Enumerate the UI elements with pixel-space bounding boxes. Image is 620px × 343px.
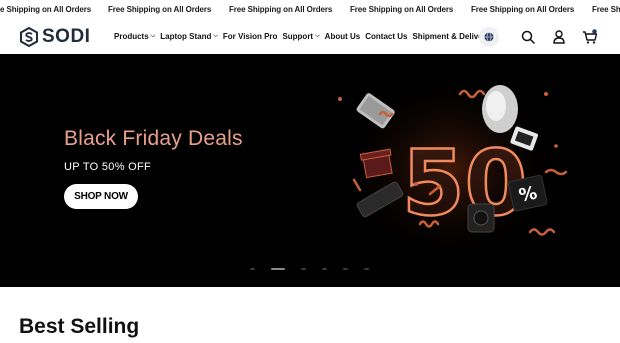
nav-label: Support — [282, 32, 314, 41]
portable-speaker-icon — [467, 203, 495, 233]
carousel-dot[interactable] — [301, 268, 306, 270]
chevron-down-icon: ⌵ — [213, 33, 218, 39]
announcement-text: Free Shipping on All Orders — [471, 5, 575, 14]
nav-item-contact-us[interactable]: Contact Us — [365, 32, 407, 41]
cart-button[interactable] — [582, 29, 598, 45]
nav-label: About Us — [324, 32, 361, 41]
nav-label: Laptop Stand — [160, 32, 212, 41]
announcement-text: e Shipping on All Orders — [0, 5, 92, 14]
announcement-bar: e Shipping on All Orders Free Shipping o… — [0, 0, 620, 21]
nav-item-laptop-stand[interactable]: Laptop Stand ⌵ — [160, 32, 218, 41]
speaker-icon — [482, 85, 518, 133]
hero-subtitle: UP TO 50% OFF — [64, 161, 152, 173]
chevron-down-icon: ⌵ — [315, 33, 320, 39]
account-icon — [553, 30, 565, 44]
promo-illustration: 50 % — [338, 74, 568, 264]
hero-title: Black Friday Deals — [64, 127, 243, 150]
announcement-text: Free Shipping on All Orders — [350, 5, 454, 14]
gift-box-icon — [359, 148, 393, 179]
search-button[interactable] — [520, 29, 536, 45]
percent-tag: % — [508, 174, 548, 212]
nav-item-products[interactable]: Products ⌵ — [114, 32, 155, 41]
main-nav: Products ⌵ Laptop Stand ⌵ For Vision Pro S… — [114, 32, 495, 41]
carousel-dot-active[interactable] — [271, 268, 285, 270]
announcement-text: Free Shipping on All Orders — [108, 5, 212, 14]
logo-text: SODI — [42, 26, 91, 47]
nav-item-for-vision-pro[interactable]: For Vision Pro — [223, 32, 278, 41]
carousel-pagination — [250, 268, 385, 270]
account-button[interactable] — [551, 29, 567, 45]
announcement-text: Free Shipping on All Orders — [229, 5, 333, 14]
carousel-dot[interactable] — [364, 268, 369, 270]
site-header: SODI Products ⌵ Laptop Stand ⌵ For Vision … — [0, 21, 620, 54]
nav-label: Contact Us — [365, 32, 408, 41]
shop-now-button[interactable]: SHOP NOW — [64, 184, 138, 209]
cart-icon — [583, 29, 598, 44]
language-selector[interactable] — [479, 27, 499, 47]
nav-item-about-us[interactable]: About Us — [325, 32, 361, 41]
carousel-dot[interactable] — [343, 268, 348, 270]
hero-banner[interactable]: Black Friday Deals UP TO 50% OFF SHOP NO… — [0, 54, 620, 287]
logo[interactable]: SODI — [19, 26, 91, 47]
carousel-dot[interactable] — [250, 268, 255, 270]
chevron-down-icon: ⌵ — [150, 33, 156, 39]
search-icon — [521, 30, 535, 44]
nav-item-support[interactable]: Support ⌵ — [282, 32, 319, 41]
best-selling-title: Best Selling — [19, 315, 140, 338]
announcement-text: Free Shi — [592, 5, 620, 14]
carousel-dot[interactable] — [322, 268, 327, 270]
nav-label: Products — [114, 32, 149, 41]
nav-label: For Vision Pro — [222, 32, 278, 41]
globe-icon — [484, 32, 494, 42]
logo-mark-icon — [20, 27, 38, 47]
